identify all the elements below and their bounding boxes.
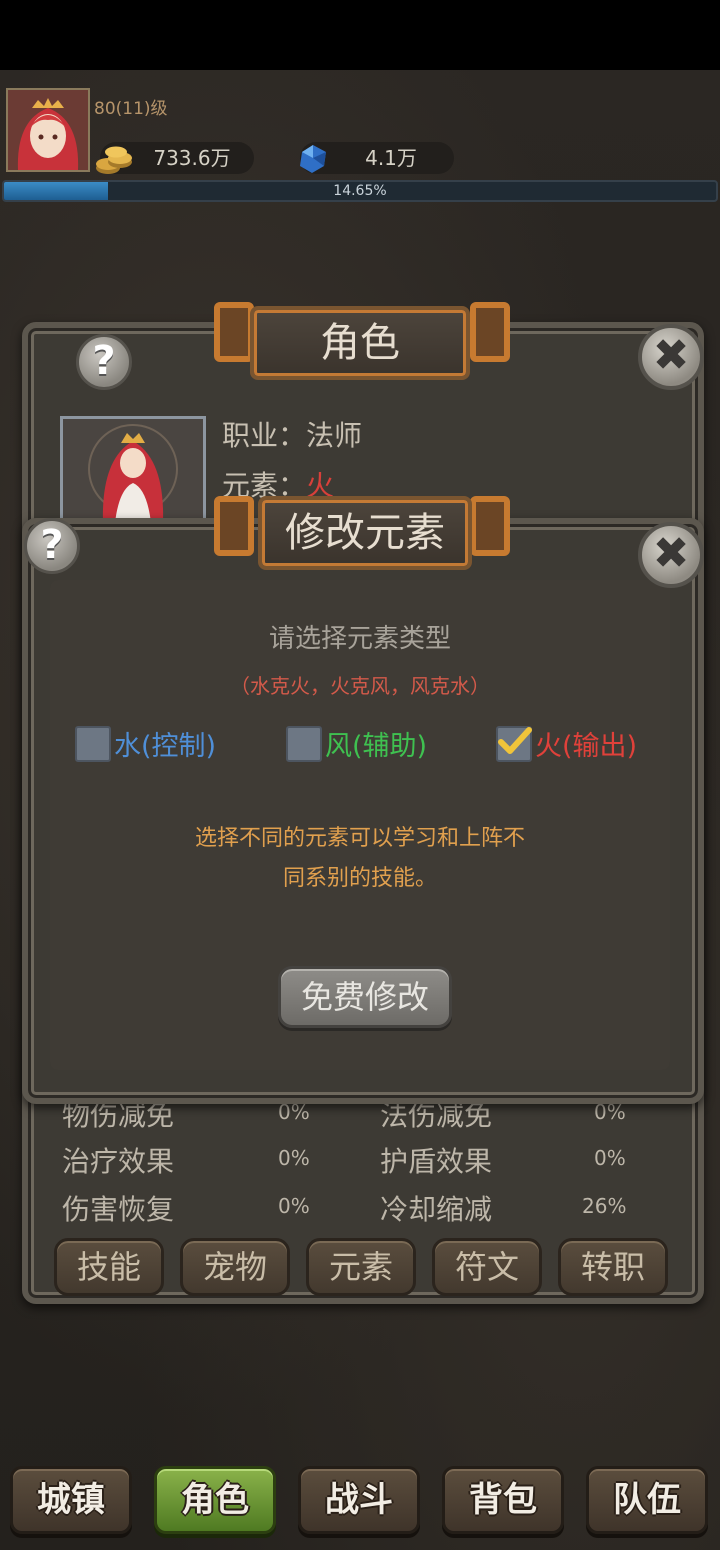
stat-value: 0% xyxy=(594,1146,626,1170)
role-close-button[interactable]: ✖ xyxy=(638,324,704,390)
title-ornament-right xyxy=(470,302,510,362)
tab-job-change[interactable]: 转职 xyxy=(558,1238,668,1296)
blue-gem-icon xyxy=(300,145,326,173)
gem-amount: 4.1万 xyxy=(365,146,417,170)
role-portrait xyxy=(60,416,206,526)
element-help-button[interactable]: ? xyxy=(24,518,80,574)
tab-element[interactable]: 元素 xyxy=(306,1238,416,1296)
gold-coins-icon xyxy=(96,146,132,174)
tab-runes[interactable]: 符文 xyxy=(432,1238,542,1296)
tab-skills[interactable]: 技能 xyxy=(54,1238,164,1296)
nav-battle[interactable]: 战斗 xyxy=(298,1466,420,1534)
exp-bar: 14.65% xyxy=(2,180,718,202)
player-level: 80(11)级 xyxy=(94,99,168,119)
free-modify-button[interactable]: 免费修改 xyxy=(278,966,452,1028)
element-description-line2: 同系别的技能。 xyxy=(282,866,437,891)
checkmark-icon xyxy=(498,727,532,754)
fire-option-label[interactable]: 火(输出) xyxy=(535,724,637,763)
water-option-label[interactable]: 水(控制) xyxy=(114,724,216,763)
stat-name: 冷却缩减 xyxy=(380,1193,493,1226)
nav-town[interactable]: 城镇 xyxy=(10,1466,132,1534)
exp-percent: 14.65% xyxy=(333,183,387,199)
tab-pets[interactable]: 宠物 xyxy=(180,1238,290,1296)
title-ornament-left xyxy=(214,496,254,556)
job-label: 职业： xyxy=(222,419,307,452)
stat-value: 0% xyxy=(278,1194,310,1218)
job-row: 职业：法师 xyxy=(222,414,362,454)
stat-name: 治疗效果 xyxy=(62,1145,175,1178)
water-checkbox[interactable] xyxy=(75,726,111,762)
nav-character[interactable]: 角色 xyxy=(154,1466,276,1534)
element-close-button[interactable]: ✖ xyxy=(638,522,704,588)
title-ornament-right xyxy=(470,496,510,556)
wind-option-label[interactable]: 风(辅助) xyxy=(325,724,427,763)
element-dialog-title: 修改元素 xyxy=(258,496,472,570)
fire-checkbox[interactable] xyxy=(496,726,532,762)
job-value: 法师 xyxy=(306,419,363,452)
stat-value: 26% xyxy=(582,1194,627,1218)
element-counter-hint: （水克火，火克风，风克水） xyxy=(230,674,490,698)
element-prompt: 请选择元素类型 xyxy=(268,624,451,654)
wind-checkbox[interactable] xyxy=(286,726,322,762)
stat-name: 护盾效果 xyxy=(380,1145,493,1178)
status-bar xyxy=(0,0,720,70)
stat-name: 伤害恢复 xyxy=(62,1193,175,1226)
element-description-line1: 选择不同的元素可以学习和上阵不 xyxy=(194,826,525,851)
title-ornament-left xyxy=(214,302,254,362)
nav-team[interactable]: 队伍 xyxy=(586,1466,708,1534)
player-avatar[interactable] xyxy=(6,88,90,172)
role-panel-title: 角色 xyxy=(250,306,470,380)
nav-bag[interactable]: 背包 xyxy=(442,1466,564,1534)
gold-amount: 733.6万 xyxy=(153,146,231,170)
role-help-button[interactable]: ? xyxy=(76,334,132,390)
stat-value: 0% xyxy=(278,1146,310,1170)
